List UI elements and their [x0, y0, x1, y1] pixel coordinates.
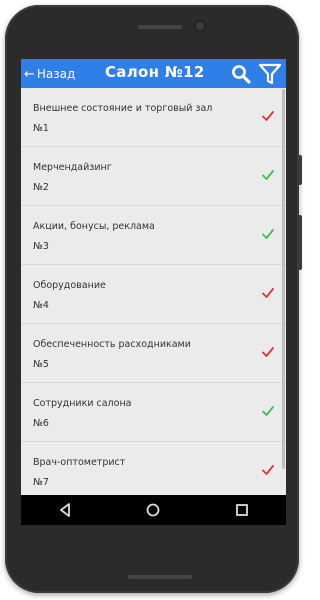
list-item[interactable]: Акции, бонусы, реклама №3: [21, 206, 286, 265]
back-triangle-icon: [60, 503, 71, 517]
item-number: №6: [33, 418, 49, 429]
app-bar: ← Назад Салон №12: [21, 59, 286, 88]
item-number: №1: [33, 123, 49, 134]
list-item[interactable]: Врач-оптометрист №7: [21, 442, 286, 501]
list-item[interactable]: Обеспеченность расходниками №5: [21, 324, 286, 383]
checkmark-icon: [262, 111, 274, 121]
nav-back-button[interactable]: [45, 495, 85, 525]
list-item[interactable]: Мерчендайзинг №2: [21, 147, 286, 206]
search-icon[interactable]: [231, 64, 251, 84]
page-title: Салон №12: [105, 63, 205, 81]
scrollbar[interactable]: [282, 89, 285, 469]
nav-recents-button[interactable]: [222, 495, 262, 525]
checklist: Внешнее состояние и торговый зал №1 Мерчен…: [21, 88, 286, 501]
item-title: Внешнее состояние и торговый зал: [33, 103, 213, 114]
filter-icon[interactable]: [258, 62, 282, 86]
back-button[interactable]: ← Назад: [24, 65, 75, 83]
item-title: Акции, бонусы, реклама: [33, 221, 155, 232]
item-number: №7: [33, 477, 49, 488]
item-number: №4: [33, 300, 49, 311]
checkmark-icon: [262, 170, 274, 180]
power-button: [298, 155, 302, 185]
list-item[interactable]: Оборудование №4: [21, 265, 286, 324]
android-nav-bar: [21, 495, 286, 525]
nav-home-button[interactable]: [133, 495, 173, 525]
item-title: Врач-оптометрист: [33, 457, 126, 468]
bottom-speaker: [128, 575, 192, 579]
checkmark-icon: [262, 406, 274, 416]
item-title: Сотрудники салона: [33, 398, 132, 409]
list-item[interactable]: Сотрудники салона №6: [21, 383, 286, 442]
item-title: Обеспеченность расходниками: [33, 339, 191, 350]
volume-button: [298, 215, 302, 270]
item-title: Мерчендайзинг: [33, 162, 112, 173]
back-label: Назад: [36, 67, 76, 81]
list-item[interactable]: Внешнее состояние и торговый зал №1: [21, 88, 286, 147]
item-number: №2: [33, 182, 49, 193]
checkmark-icon: [262, 347, 274, 357]
item-number: №3: [33, 241, 49, 252]
checkmark-icon: [262, 288, 274, 298]
item-number: №5: [33, 359, 49, 370]
front-camera: [193, 19, 207, 33]
earpiece-speaker: [138, 25, 182, 29]
checkmark-icon: [262, 465, 274, 475]
item-title: Оборудование: [33, 280, 106, 291]
app-screen: ← Назад Салон №12 Внешнее состояние и то…: [21, 59, 286, 525]
home-circle-icon: [147, 503, 160, 517]
recents-square-icon: [235, 504, 248, 516]
arrow-left-icon: ←: [24, 66, 35, 82]
checkmark-icon: [262, 229, 274, 239]
